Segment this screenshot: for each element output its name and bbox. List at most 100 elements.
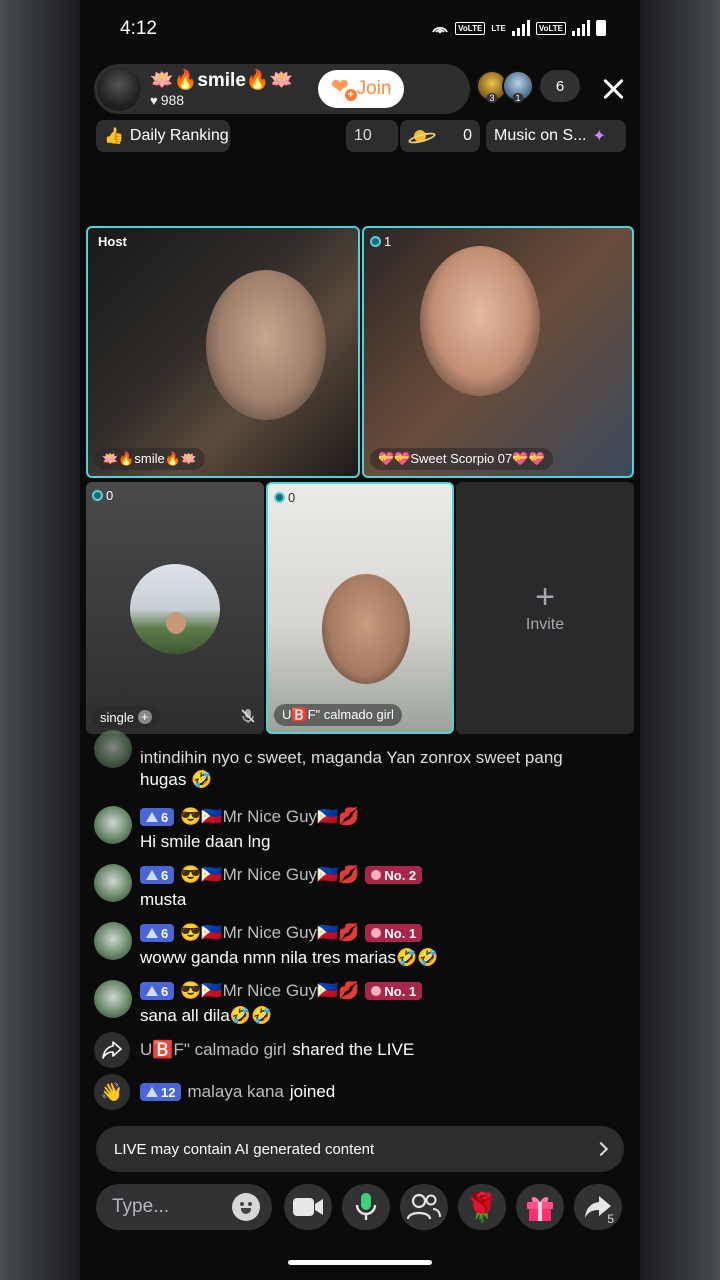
guest-video-tile[interactable]: 1 💝💝Sweet Scorpio 07💝💝 [362,226,634,478]
tile-badge-count: 0 [288,490,296,505]
alarm-icon [371,870,382,880]
home-indicator[interactable] [288,1260,432,1265]
host-info[interactable]: 🪷🔥smile🔥🪷 ♥ 988 Join [94,64,470,114]
signal-icon [511,20,530,36]
level-badge: 6 [140,808,175,826]
level-icon [146,1087,158,1097]
chat-username[interactable]: 😎🇵🇭Mr Nice Guy🇵🇭💋 [180,807,359,827]
chat-username[interactable]: malaya kana [187,1082,283,1102]
guest-video-tile-2[interactable]: 0 U🅱️F" calmado girl [266,482,454,734]
tile-live-badge: 0 [274,490,295,505]
music-chip[interactable]: Music on S... ✦ [486,120,626,152]
guest-avatar [130,564,220,654]
planet-icon [408,128,432,144]
level-number: 6 [161,867,169,883]
alarm-icon [371,986,382,996]
comment-input[interactable]: Type... [96,1184,272,1230]
user-avatar[interactable] [94,806,132,844]
close-icon[interactable] [598,74,628,104]
level-badge: 6 [140,866,175,884]
viewer-avatar[interactable]: 1 [502,70,534,103]
gift-icon [527,1197,553,1221]
guest-video-feed [420,246,540,396]
level-number: 12 [161,1084,176,1100]
planet-chip[interactable]: 0 [400,120,480,152]
gift-button[interactable] [516,1184,564,1230]
chat-text: Hi smile daan lng [140,832,271,851]
rose-gift-button[interactable]: 🌹 [458,1184,506,1230]
join-button[interactable]: Join [318,70,404,108]
tile-live-badge: 0 [92,488,113,503]
volte-icon-2: VoLTE [535,21,566,35]
chat-username[interactable]: U🅱️F" calmado girl [140,1040,286,1060]
daily-ranking-label: Daily Ranking [129,127,229,144]
share-text: shared the LIVE [292,1040,415,1059]
tile-user-name: single + [92,706,160,728]
status-icons: VoLTE LTE VoLTE [431,20,606,36]
live-dot-icon [92,490,103,501]
music-label: Music on S... [494,127,587,144]
tile-badge-count: 0 [106,488,114,503]
tile-user-name: U🅱️F" calmado girl [274,704,402,726]
chat-text: intindihin nyo c sweet, maganda Yan zonr… [140,748,563,767]
chat-text: musta [140,890,187,909]
host-name: 🪷🔥smile🔥🪷 [150,70,294,91]
heart-icon: ♥ [150,92,158,108]
chat-username[interactable]: 😎🇵🇭Mr Nice Guy🇵🇭💋 [180,923,359,943]
background-blur-left [0,0,80,1280]
viewer-rank-badge: 1 [512,93,524,103]
lte-icon: LTE [491,23,506,33]
chat-text: woww ganda nmn nila tres marias🤣🤣 [140,948,439,967]
tile-user-name: 💝💝Sweet Scorpio 07💝💝 [370,448,553,470]
status-time: 4:12 [120,18,157,39]
rank-label: No. 1 [384,983,417,999]
alarm-icon [371,928,382,938]
chevron-right-icon [593,1141,609,1157]
sparkle-icon: ✦ [592,128,606,145]
ai-content-notice[interactable]: LIVE may contain AI generated content [96,1126,624,1172]
guest-avatar-tile[interactable]: 0 single + [86,482,264,734]
chat-username[interactable]: 😎🇵🇭Mr Nice Guy🇵🇭💋 [180,981,359,1001]
tile-user-name-text: single [100,709,134,725]
rank-badge: No. 1 [365,924,423,942]
plus-icon: + [535,578,555,616]
thumbs-up-icon: 👍 [104,128,124,145]
host-likes: ♥ 988 [150,92,184,108]
camera-button[interactable] [284,1184,332,1230]
user-avatar[interactable] [94,730,132,768]
host-avatar[interactable] [96,66,142,112]
comment-placeholder: Type... [112,1196,170,1217]
viewer-list[interactable]: 3 1 6 [476,70,580,103]
level-icon [146,928,158,938]
heart-plus-icon [331,74,357,101]
add-icon[interactable]: + [137,710,152,724]
invite-label: Invite [525,616,565,633]
chat-username[interactable]: 😎🇵🇭Mr Nice Guy🇵🇭💋 [180,865,359,885]
invite-tile[interactable]: + Invite [456,482,634,734]
chat-text: hugas 🤣 [140,770,213,789]
share-count: 5 [607,1212,614,1226]
user-avatar[interactable] [94,980,132,1018]
level-number: 6 [161,925,169,941]
signal-icon-2 [572,20,590,36]
status-bar: 4:12 VoLTE LTE VoLTE [80,0,640,58]
host-video-tile[interactable]: Host 🪷🔥smile🔥🪷 [86,226,360,478]
joined-text: joined [289,1082,336,1101]
people-icon [407,1193,441,1220]
tile-live-badge: 1 [370,234,391,249]
guests-button[interactable] [400,1184,448,1230]
user-avatar[interactable] [94,864,132,902]
count-chip[interactable]: 10 [346,120,398,152]
mic-off-icon [241,709,255,723]
emoji-icon[interactable] [232,1193,260,1221]
join-label: Join [356,78,392,99]
viewer-count[interactable]: 6 [540,70,580,102]
user-avatar[interactable] [94,922,132,960]
rank-badge: No. 1 [365,982,423,1000]
share-icon [94,1032,130,1068]
daily-ranking-chip[interactable]: 👍 Daily Ranking [96,120,230,152]
microphone-button[interactable] [342,1184,390,1230]
share-button[interactable]: 5 [574,1184,622,1230]
live-stream-screen: 4:12 VoLTE LTE VoLTE 🪷🔥smile🔥🪷 ♥ 988 Joi… [80,0,640,1280]
volte-icon: VoLTE [455,21,486,35]
